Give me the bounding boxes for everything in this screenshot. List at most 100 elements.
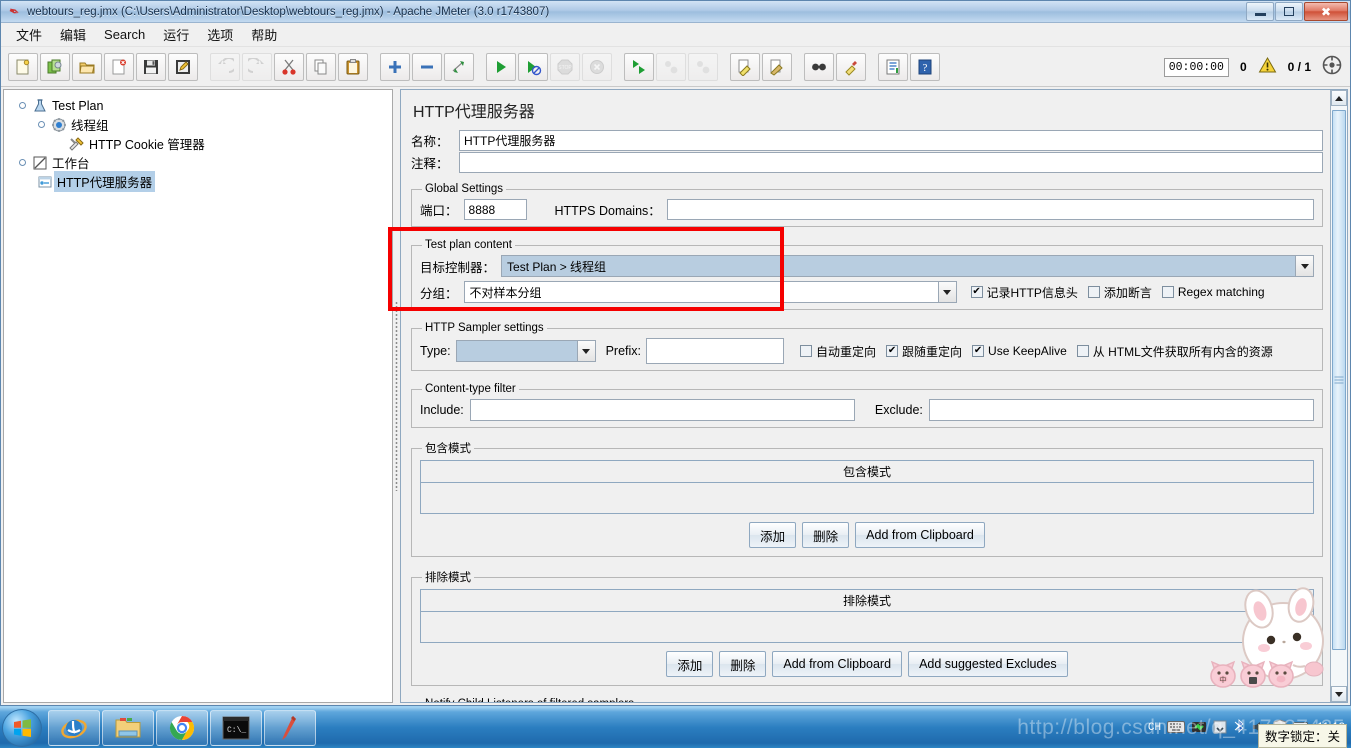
exclude-delete-button[interactable]: 删除 bbox=[719, 651, 767, 677]
chevron-down-icon[interactable] bbox=[1295, 256, 1313, 276]
include-content-type-input[interactable] bbox=[469, 399, 855, 421]
remote-start-all-icon[interactable] bbox=[624, 52, 654, 81]
include-patterns-rows[interactable] bbox=[421, 483, 1313, 513]
follow-redirects-checkbox[interactable]: 跟随重定向 bbox=[886, 343, 962, 360]
connection-status-icon[interactable] bbox=[1322, 55, 1342, 80]
save-icon[interactable] bbox=[136, 52, 166, 81]
ime-indicator[interactable]: CH bbox=[1148, 722, 1161, 734]
https-domains-input[interactable] bbox=[666, 199, 1314, 220]
reset-search-icon[interactable] bbox=[836, 52, 866, 81]
paste-icon[interactable] bbox=[338, 52, 368, 81]
exclude-add-from-clipboard-button[interactable]: Add from Clipboard bbox=[772, 651, 903, 677]
expand-handle-icon[interactable] bbox=[16, 99, 29, 112]
remote-stop-all-icon[interactable] bbox=[656, 52, 686, 81]
hidden-icons-icon[interactable] bbox=[1213, 720, 1227, 737]
start-no-timers-icon[interactable] bbox=[518, 52, 548, 81]
retrieve-embedded-resources-checkbox[interactable]: 从 HTML文件获取所有内含的资源 bbox=[1076, 343, 1273, 360]
cut-icon[interactable] bbox=[274, 52, 304, 81]
tree-node-test-plan[interactable]: Test Plan bbox=[16, 96, 392, 115]
menu-edit[interactable]: 编辑 bbox=[53, 23, 93, 46]
checkbox-box[interactable] bbox=[1087, 286, 1100, 298]
command-prompt-icon[interactable]: C:\_ bbox=[210, 709, 262, 746]
save-as-icon[interactable] bbox=[168, 52, 198, 81]
comment-input[interactable] bbox=[459, 152, 1323, 173]
close-file-icon[interactable] bbox=[104, 52, 134, 81]
function-helper-icon[interactable] bbox=[878, 52, 908, 81]
add-suggested-excludes-button[interactable]: Add suggested Excludes bbox=[908, 651, 1068, 677]
menu-search[interactable]: Search bbox=[97, 25, 152, 44]
google-chrome-icon[interactable] bbox=[156, 709, 208, 746]
open-icon[interactable] bbox=[72, 52, 102, 81]
capture-http-headers-checkbox[interactable]: 记录HTTP信息头 bbox=[970, 284, 1078, 301]
windows-explorer-icon[interactable] bbox=[102, 709, 154, 746]
network-activity-icon[interactable] bbox=[1191, 719, 1207, 738]
exclude-content-type-input[interactable] bbox=[928, 399, 1315, 421]
expand-handle-icon[interactable] bbox=[35, 118, 48, 131]
use-keepalive-checkbox[interactable]: Use KeepAlive bbox=[972, 344, 1067, 358]
target-controller-select[interactable]: Test Plan > 线程组 bbox=[501, 255, 1314, 277]
name-input[interactable]: HTTP代理服务器 bbox=[459, 130, 1323, 151]
expand-handle-icon[interactable] bbox=[16, 156, 29, 169]
new-icon[interactable] bbox=[8, 52, 38, 81]
include-add-from-clipboard-button[interactable]: Add from Clipboard bbox=[855, 522, 985, 548]
main-vertical-scrollbar[interactable] bbox=[1330, 90, 1347, 702]
stop-icon[interactable]: STOP bbox=[550, 52, 580, 81]
include-add-button[interactable]: 添加 bbox=[749, 522, 797, 548]
copy-icon[interactable] bbox=[306, 52, 336, 81]
add-assertions-checkbox[interactable]: 添加断言 bbox=[1087, 284, 1152, 301]
maximize-button[interactable] bbox=[1275, 2, 1303, 21]
checkbox-box[interactable] bbox=[972, 345, 985, 357]
checkbox-box[interactable] bbox=[1076, 345, 1089, 357]
checkbox-box[interactable] bbox=[800, 345, 813, 357]
exclude-patterns-table[interactable]: 排除模式 bbox=[420, 589, 1314, 643]
expand-all-icon[interactable] bbox=[380, 52, 410, 81]
checkbox-box[interactable] bbox=[1161, 286, 1174, 298]
checkbox-box[interactable] bbox=[970, 286, 983, 298]
ime-keyboard-icon[interactable] bbox=[1167, 720, 1186, 736]
tree-node-thread-group[interactable]: 线程组 bbox=[35, 115, 392, 134]
remote-shutdown-all-icon[interactable] bbox=[688, 52, 718, 81]
scroll-thumb[interactable] bbox=[1332, 110, 1346, 650]
scroll-track[interactable] bbox=[1331, 106, 1347, 686]
help-icon[interactable]: ? bbox=[910, 52, 940, 81]
start-orb-button[interactable] bbox=[2, 708, 42, 747]
clear-all-icon[interactable] bbox=[762, 52, 792, 81]
include-patterns-table[interactable]: 包含模式 bbox=[420, 460, 1314, 514]
internet-explorer-icon[interactable] bbox=[48, 709, 100, 746]
apache-jmeter-icon[interactable] bbox=[264, 709, 316, 746]
menu-run[interactable]: 运行 bbox=[156, 23, 196, 46]
chevron-down-icon[interactable] bbox=[576, 341, 595, 361]
scroll-up-button[interactable] bbox=[1331, 90, 1347, 106]
auto-redirect-checkbox[interactable]: 自动重定向 bbox=[800, 343, 876, 360]
menu-file[interactable]: 文件 bbox=[9, 23, 49, 46]
port-input[interactable]: 8888 bbox=[463, 199, 527, 220]
menu-help[interactable]: 帮助 bbox=[244, 23, 284, 46]
exclude-add-button[interactable]: 添加 bbox=[666, 651, 714, 677]
tree-node-workbench[interactable]: 工作台 bbox=[16, 153, 392, 172]
test-plan-tree[interactable]: Test Plan 线程组 HTTP Cookie 管理器 工作台 HTTP代理… bbox=[3, 89, 393, 703]
menu-options[interactable]: 选项 bbox=[200, 23, 240, 46]
tree-node-http-cookie-manager[interactable]: HTTP Cookie 管理器 bbox=[67, 134, 392, 153]
templates-icon[interactable] bbox=[40, 52, 70, 81]
toggle-icon[interactable] bbox=[444, 52, 474, 81]
type-select[interactable] bbox=[455, 340, 596, 362]
checkbox-box[interactable] bbox=[886, 345, 899, 357]
redo-icon[interactable] bbox=[242, 52, 272, 81]
regex-matching-checkbox[interactable]: Regex matching bbox=[1161, 285, 1265, 299]
start-icon[interactable] bbox=[486, 52, 516, 81]
prefix-input[interactable] bbox=[646, 338, 785, 364]
scroll-down-button[interactable] bbox=[1331, 686, 1347, 702]
exclude-patterns-rows[interactable] bbox=[421, 612, 1313, 642]
bluetooth-icon[interactable] bbox=[1233, 718, 1245, 738]
grouping-select[interactable]: 不对样本分组 bbox=[463, 281, 957, 303]
warning-triangle-icon[interactable] bbox=[1258, 56, 1277, 79]
minimize-button[interactable] bbox=[1246, 2, 1274, 21]
close-button[interactable]: ✖ bbox=[1304, 2, 1348, 21]
undo-icon[interactable] bbox=[210, 52, 240, 81]
collapse-all-icon[interactable] bbox=[412, 52, 442, 81]
clear-icon[interactable] bbox=[730, 52, 760, 81]
chevron-down-icon[interactable] bbox=[937, 282, 956, 302]
shutdown-icon[interactable] bbox=[582, 52, 612, 81]
tree-node-http-proxy-server[interactable]: HTTP代理服务器 bbox=[35, 171, 392, 192]
panel-splitter[interactable] bbox=[393, 87, 400, 705]
